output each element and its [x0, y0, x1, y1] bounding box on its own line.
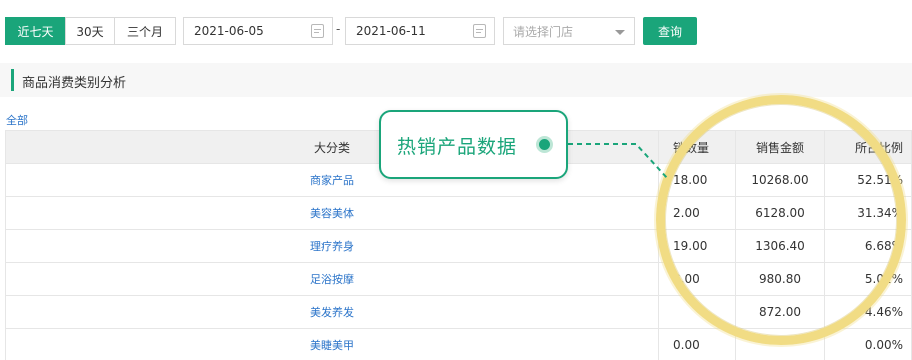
end-date-value: 2021-06-11	[356, 24, 426, 38]
pct-cell: 0.00%	[824, 329, 912, 360]
store-select[interactable]: 请选择门店	[503, 17, 635, 45]
category-link[interactable]: 足浴按摩	[310, 271, 354, 287]
section-header: 商品消费类别分析	[0, 63, 912, 97]
category-link[interactable]: 美睫美甲	[310, 337, 354, 353]
callout-dot-icon	[536, 136, 553, 153]
amount-cell: 6128.00	[735, 197, 824, 229]
amount-cell: 1306.40	[735, 230, 824, 262]
pct-cell: 52.51%	[824, 164, 912, 196]
calendar-icon	[473, 24, 486, 38]
qty-cell: 2.00	[658, 197, 735, 229]
qty-cell: 0.00	[658, 329, 735, 360]
pct-cell: 5.02%	[824, 263, 912, 295]
amount-cell: 10268.00	[735, 164, 824, 196]
store-select-placeholder: 请选择门店	[513, 24, 574, 39]
table-row: 美发养发 872.00 4.46%	[5, 296, 912, 329]
amount-cell	[735, 329, 824, 360]
hot-products-callout: 热销产品数据	[379, 110, 568, 179]
amount-cell: 872.00	[735, 296, 824, 328]
filter-all-link[interactable]: 全部	[6, 112, 28, 128]
category-link[interactable]: 美发养发	[310, 304, 354, 320]
start-date-input[interactable]: 2021-06-05	[183, 17, 333, 45]
section-title: 商品消费类别分析	[22, 76, 127, 91]
pct-cell: 4.46%	[824, 296, 912, 328]
callout-text: 热销产品数据	[397, 136, 518, 158]
header-amount: 销售金额	[735, 131, 824, 163]
range-30days-button[interactable]: 30天	[65, 17, 115, 45]
category-link[interactable]: 美容美体	[310, 205, 354, 221]
table-row: 足浴按摩 3.00 980.80 5.02%	[5, 263, 912, 296]
start-date-value: 2021-06-05	[194, 24, 264, 38]
table-row: 美容美体 2.00 6128.00 31.34%	[5, 197, 912, 230]
callout-leader-line	[568, 143, 669, 180]
category-link[interactable]: 商家产品	[310, 172, 354, 188]
end-date-input[interactable]: 2021-06-11	[345, 17, 495, 45]
header-pct: 所占比例	[824, 131, 912, 163]
table-row: 理疗养身 19.00 1306.40 6.68%	[5, 230, 912, 263]
pct-cell: 31.34%	[824, 197, 912, 229]
range-3months-button[interactable]: 三个月	[114, 17, 176, 45]
range-7days-button[interactable]: 近七天	[5, 17, 66, 45]
chevron-down-icon	[615, 30, 625, 35]
table-row: 美睫美甲 0.00 0.00%	[5, 329, 912, 360]
query-button[interactable]: 查询	[643, 17, 697, 45]
qty-cell: 19.00	[658, 230, 735, 262]
qty-cell	[658, 296, 735, 328]
pct-cell: 6.68%	[824, 230, 912, 262]
date-separator: -	[336, 22, 341, 36]
calendar-icon	[311, 24, 324, 38]
section-accent-bar	[11, 69, 14, 91]
qty-cell: 3.00	[658, 263, 735, 295]
amount-cell: 980.80	[735, 263, 824, 295]
category-link[interactable]: 理疗养身	[310, 238, 354, 254]
